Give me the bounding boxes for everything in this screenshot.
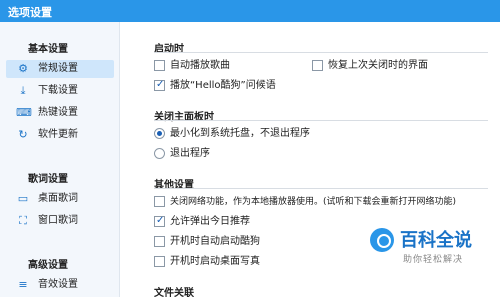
sidebar: 基本设置 ⚙ 常规设置 ⤓ 下载设置 ⌨ 热键设置 ↻ 软件更新 歌词设置 ▭ … (0, 22, 120, 297)
greeting-label: 播放“Hello酷狗”问候语 (170, 80, 276, 91)
boot-wallpaper-checkbox[interactable] (154, 256, 165, 267)
sidebar-item-update[interactable]: ↻ 软件更新 (6, 126, 114, 144)
desktop-lyrics-icon: ▭ (17, 192, 29, 205)
update-icon: ↻ (18, 128, 28, 141)
auto-play-label: 自动播放歌曲 (170, 60, 230, 71)
offline-label: 关闭网络功能，作为本地播放器使用。(试听和下载会重新打开网络功能) (170, 197, 457, 207)
watermark-subtitle: 助你轻松解决 (403, 255, 464, 265)
sidebar-item-hotkeys[interactable]: ⌨ 热键设置 (6, 104, 114, 122)
sidebar-item-label: 下载设置 (38, 85, 78, 96)
sidebar-item-window-lyrics[interactable]: ⛶ 窗口歌词 (6, 212, 114, 230)
daily-recommend-label: 允许弹出今日推荐 (170, 216, 250, 227)
exit-radio[interactable] (154, 148, 165, 159)
sidebar-section-basic: 基本设置 (28, 44, 68, 55)
download-icon: ⤓ (20, 84, 26, 97)
sidebar-item-label: 窗口歌词 (38, 215, 78, 226)
sidebar-item-sound-effects[interactable]: ≡ 音效设置 (6, 276, 114, 294)
watermark-title: 百科全说 (400, 230, 472, 251)
title-bar: 选项设置 (0, 0, 500, 22)
divider (154, 120, 488, 121)
watermark: 百科全说 助你轻松解决 (370, 224, 492, 272)
auto-play-checkbox[interactable] (154, 60, 165, 71)
keyboard-icon: ⌨ (16, 106, 32, 119)
sidebar-section-advanced: 高级设置 (28, 260, 68, 271)
window-lyrics-icon: ⛶ (19, 214, 27, 227)
equalizer-icon: ≡ (18, 278, 28, 291)
boot-start-label: 开机时自动启动酷狗 (170, 236, 260, 247)
restore-ui-label: 恢复上次关闭时的界面 (328, 60, 428, 71)
sidebar-item-label: 音效设置 (38, 279, 78, 290)
section-title-file-assoc: 文件关联 (154, 288, 194, 297)
sidebar-item-label: 热键设置 (38, 107, 78, 118)
divider (154, 52, 488, 53)
watermark-logo-icon (370, 228, 394, 252)
exit-label: 退出程序 (170, 148, 210, 159)
sidebar-item-label: 常规设置 (38, 63, 78, 74)
sidebar-item-label: 软件更新 (38, 129, 78, 140)
greeting-checkbox[interactable] (154, 78, 165, 92)
sidebar-item-label: 桌面歌词 (38, 193, 78, 204)
offline-checkbox[interactable] (154, 196, 165, 207)
sidebar-item-desktop-lyrics[interactable]: ▭ 桌面歌词 (6, 190, 114, 208)
restore-ui-checkbox[interactable] (312, 60, 323, 71)
boot-wallpaper-label: 开机时启动桌面写真 (170, 256, 260, 267)
sidebar-item-download[interactable]: ⤓ 下载设置 (6, 82, 114, 100)
window-title: 选项设置 (8, 6, 52, 19)
sidebar-item-general[interactable]: ⚙ 常规设置 (6, 60, 114, 78)
daily-recommend-checkbox[interactable] (154, 214, 165, 228)
sidebar-section-lyrics: 歌词设置 (28, 174, 68, 185)
boot-start-checkbox[interactable] (154, 236, 165, 247)
minimize-label: 最小化到系统托盘，不退出程序 (170, 128, 310, 139)
minimize-radio[interactable] (154, 128, 165, 139)
divider (154, 188, 488, 189)
settings-icon: ⚙ (18, 62, 28, 75)
